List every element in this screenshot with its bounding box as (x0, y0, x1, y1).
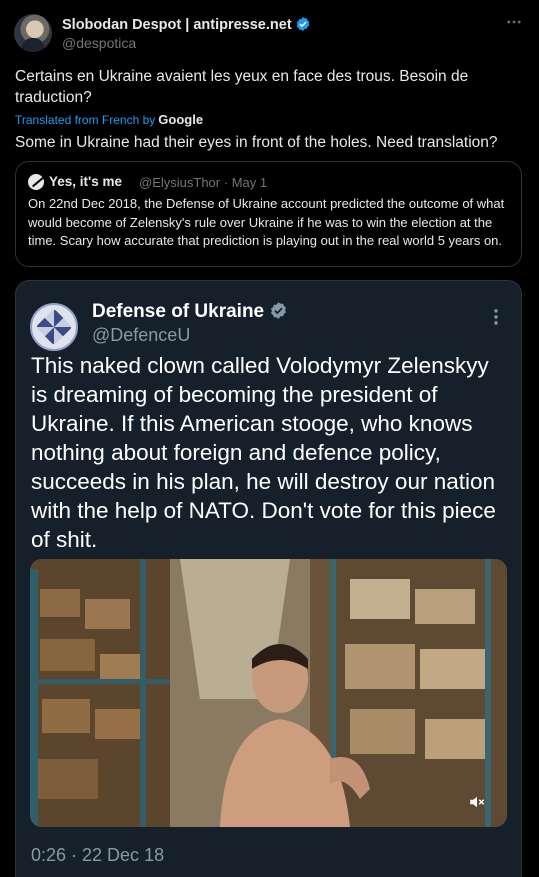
embedded-text: This naked clown called Volodymyr Zelens… (31, 353, 496, 552)
embedded-author-avatar (30, 303, 78, 351)
embedded-author-handle: @DefenceU (92, 325, 191, 345)
google-logo: Google (158, 112, 204, 127)
quote-author-avatar (28, 174, 44, 190)
warehouse-scene (30, 559, 507, 827)
more-horizontal-icon (507, 20, 521, 24)
embedded-author-name: Defense of Ukraine (92, 301, 265, 322)
video-thumbnail[interactable] (30, 559, 507, 827)
embedded-author-name-row: Defense of Ukraine (92, 301, 288, 323)
quote-author-handle: @ElysiusThor (139, 175, 221, 190)
embedded-verified-icon (271, 302, 287, 319)
quote-author-name: Yes, it's me (49, 174, 123, 189)
tweet-text: Certains en Ukraine avaient les yeux en … (15, 68, 469, 106)
quote-meta: @ElysiusThor · May 1 (139, 175, 267, 190)
author-name[interactable]: Slobodan Despot | antipresse.net (62, 17, 292, 33)
author-avatar[interactable] (14, 14, 52, 52)
quoted-tweet[interactable]: Yes, it's me @ElysiusThor · May 1 On 22n… (15, 161, 522, 267)
embedded-screenshot[interactable]: Defense of Ukraine @DefenceU This naked … (15, 280, 522, 877)
tweet: Slobodan Despot | antipresse.net @despot… (0, 0, 539, 877)
translated-label[interactable]: Translated from French by (15, 113, 155, 127)
translated-text: Some in Ukraine had their eyes in front … (15, 134, 498, 151)
verified-badge-icon (296, 17, 309, 31)
author-handle[interactable]: @despotica (62, 35, 136, 51)
video-timestamp: 0:26 · 22 Dec 18 (31, 845, 165, 865)
author-name-row[interactable]: Slobodan Despot | antipresse.net (62, 16, 311, 33)
quote-date: May 1 (231, 175, 268, 190)
more-options-button[interactable] (505, 13, 523, 36)
muted-speaker-icon[interactable] (467, 793, 487, 811)
quote-separator: · (223, 175, 229, 190)
quote-text: On 22nd Dec 2018, the Defense of Ukraine… (28, 196, 505, 248)
embedded-more-vertical-icon (494, 309, 498, 325)
translation-attribution[interactable]: Translated from French by Google (15, 112, 203, 127)
